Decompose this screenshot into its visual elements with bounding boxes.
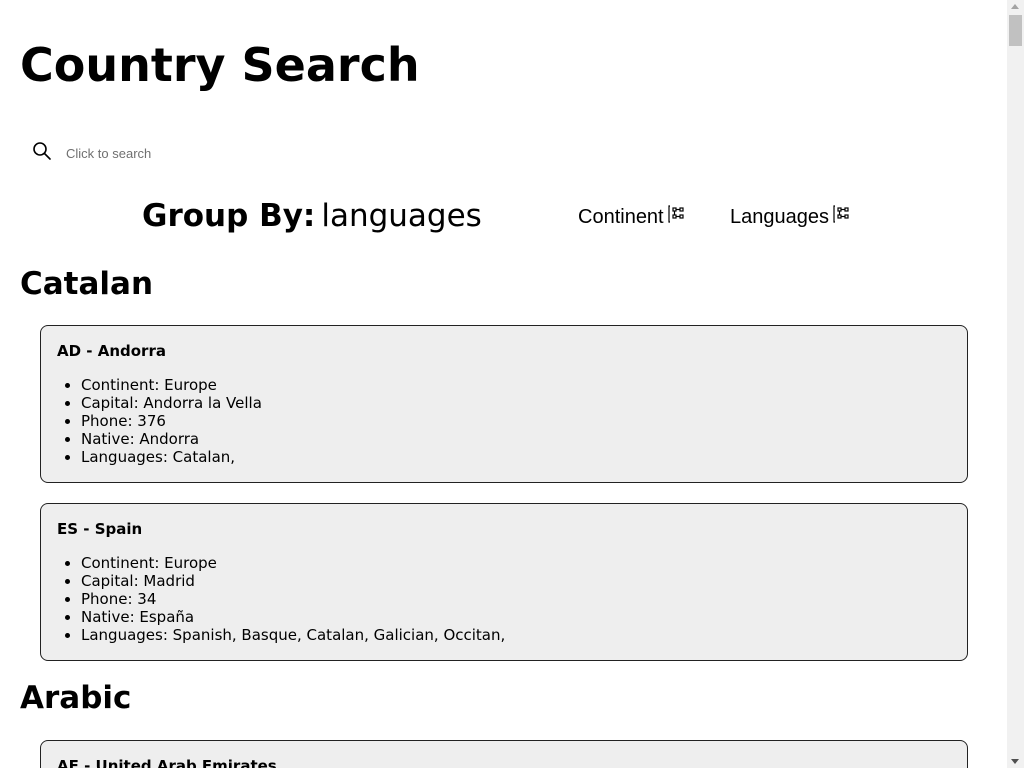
group-by-label: Group By: xyxy=(142,198,316,234)
group-button-label: Languages xyxy=(730,206,829,228)
scrollbar-thumb[interactable] xyxy=(1009,15,1022,46)
list-item: Native: Andorra xyxy=(81,430,262,448)
list-item: Languages: Catalan, xyxy=(81,448,262,466)
list-item: Capital: Andorra la Vella xyxy=(81,394,262,412)
list-item: Continent: Europe xyxy=(81,554,505,572)
country-details: Continent: Europe Capital: Madrid Phone:… xyxy=(57,554,505,644)
country-details: Continent: Europe Capital: Andorra la Ve… xyxy=(57,376,262,466)
search-bar[interactable] xyxy=(32,140,432,166)
country-header: AD - Andorra xyxy=(57,342,166,360)
list-item: Phone: 376 xyxy=(81,412,262,430)
list-item: Phone: 34 xyxy=(81,590,505,608)
country-header: AE - United Arab Emirates xyxy=(57,757,277,768)
search-input[interactable] xyxy=(64,144,368,162)
scroll-down-arrow-icon[interactable] xyxy=(1011,759,1019,764)
group-heading: Arabic xyxy=(20,680,132,716)
group-button-label: Continent xyxy=(578,206,664,228)
vertical-scrollbar[interactable] xyxy=(1007,0,1024,768)
list-item: Capital: Madrid xyxy=(81,572,505,590)
group-by-continent-button[interactable]: Continent xyxy=(578,205,686,229)
country-header: ES - Spain xyxy=(57,520,143,538)
list-item: Continent: Europe xyxy=(81,376,262,394)
country-card: AD - Andorra Continent: Europe Capital: … xyxy=(40,325,968,483)
group-heading: Catalan xyxy=(20,266,154,302)
group-by-display: Group By: languages xyxy=(142,198,482,234)
page-title: Country Search xyxy=(20,38,420,92)
list-item: Languages: Spanish, Basque, Catalan, Gal… xyxy=(81,626,505,644)
group-icon xyxy=(664,205,686,229)
group-by-value: languages xyxy=(321,198,482,234)
page: Country Search Group By:languages Contin… xyxy=(0,0,1007,768)
group-by-languages-button[interactable]: Languages xyxy=(730,205,851,229)
scroll-up-arrow-icon[interactable] xyxy=(1011,4,1019,9)
group-icon xyxy=(829,205,851,229)
country-card: ES - Spain Continent: Europe Capital: Ma… xyxy=(40,503,968,661)
country-card: AE - United Arab Emirates xyxy=(40,740,968,768)
search-icon xyxy=(32,141,52,165)
list-item: Native: España xyxy=(81,608,505,626)
